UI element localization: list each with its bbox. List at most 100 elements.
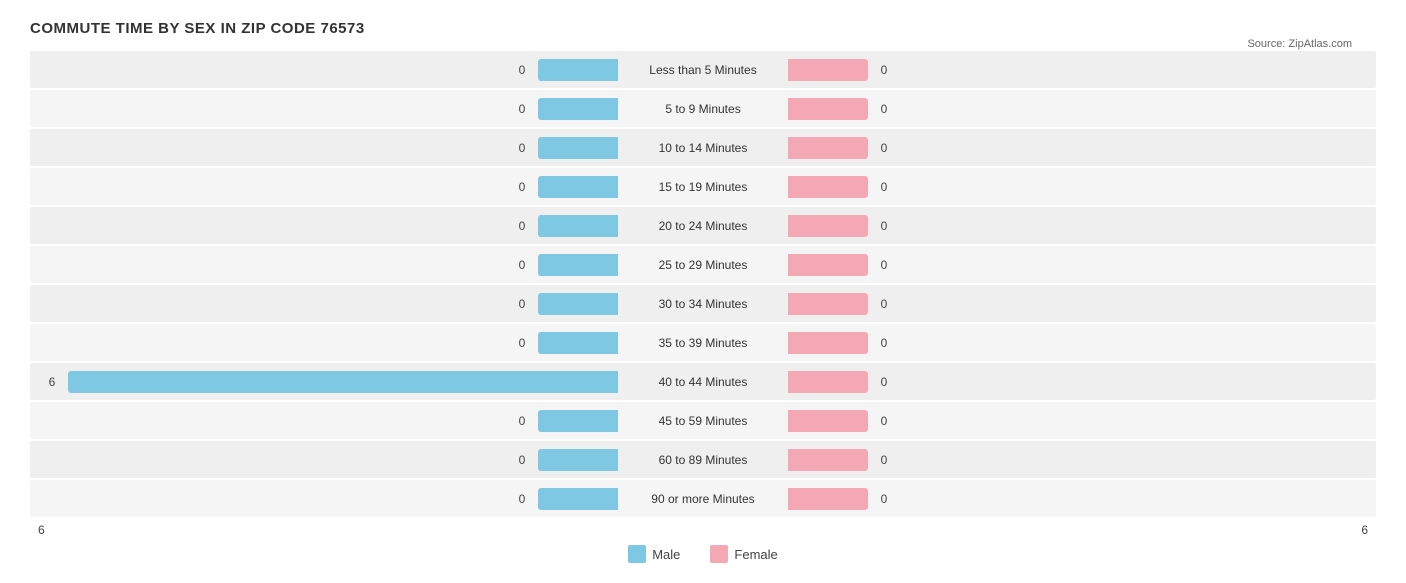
male-value: 0 [512, 336, 532, 350]
left-bar-section: 0 [38, 176, 618, 198]
male-bar [538, 293, 618, 315]
male-value: 0 [512, 102, 532, 116]
bar-row: 0 30 to 34 Minutes 0 [30, 285, 1376, 322]
row-label: Less than 5 Minutes [618, 63, 788, 77]
axis-left: 6 [38, 523, 45, 537]
male-bar [538, 59, 618, 81]
bar-row: 0 15 to 19 Minutes 0 [30, 168, 1376, 205]
left-bar-section: 0 [38, 215, 618, 237]
male-bar [538, 137, 618, 159]
female-bar [788, 449, 868, 471]
female-value: 0 [874, 219, 894, 233]
male-bar [538, 215, 618, 237]
male-value: 0 [512, 63, 532, 77]
source-label: Source: ZipAtlas.com [1247, 38, 1352, 50]
female-bar [788, 332, 868, 354]
right-bar-section: 0 [788, 215, 1368, 237]
left-bar-section: 0 [38, 488, 618, 510]
female-label: Female [734, 547, 777, 562]
female-value: 0 [874, 102, 894, 116]
bar-row: 0 5 to 9 Minutes 0 [30, 90, 1376, 127]
bar-row: 0 25 to 29 Minutes 0 [30, 246, 1376, 283]
row-label: 60 to 89 Minutes [618, 453, 788, 467]
male-bar [538, 176, 618, 198]
left-bar-section: 0 [38, 449, 618, 471]
bar-row: 0 60 to 89 Minutes 0 [30, 441, 1376, 478]
bar-row: 0 35 to 39 Minutes 0 [30, 324, 1376, 361]
male-bar [538, 410, 618, 432]
legend-female: Female [710, 545, 777, 563]
female-value: 0 [874, 492, 894, 506]
male-bar [538, 488, 618, 510]
male-value: 0 [512, 141, 532, 155]
male-value: 0 [512, 180, 532, 194]
male-value: 0 [512, 453, 532, 467]
right-bar-section: 0 [788, 176, 1368, 198]
left-bar-section: 0 [38, 254, 618, 276]
female-bar [788, 410, 868, 432]
bar-row: 0 45 to 59 Minutes 0 [30, 402, 1376, 439]
male-value: 0 [512, 258, 532, 272]
female-value: 0 [874, 375, 894, 389]
row-label: 30 to 34 Minutes [618, 297, 788, 311]
female-value: 0 [874, 297, 894, 311]
right-bar-section: 0 [788, 371, 1368, 393]
left-bar-section: 0 [38, 410, 618, 432]
male-bar [538, 332, 618, 354]
left-bar-section: 0 [38, 293, 618, 315]
right-bar-section: 0 [788, 98, 1368, 120]
male-value: 0 [512, 297, 532, 311]
female-value: 0 [874, 453, 894, 467]
male-bar [538, 254, 618, 276]
male-value: 0 [512, 219, 532, 233]
bar-row: 0 90 or more Minutes 0 [30, 480, 1376, 517]
row-label: 20 to 24 Minutes [618, 219, 788, 233]
right-bar-section: 0 [788, 59, 1368, 81]
male-label: Male [652, 547, 680, 562]
female-bar [788, 488, 868, 510]
row-label: 45 to 59 Minutes [618, 414, 788, 428]
axis-right: 6 [1361, 523, 1368, 537]
chart-title: COMMUTE TIME BY SEX IN ZIP CODE 76573 [30, 20, 1376, 37]
male-value: 0 [512, 414, 532, 428]
female-bar [788, 98, 868, 120]
bar-row: 0 10 to 14 Minutes 0 [30, 129, 1376, 166]
left-bar-section: 0 [38, 332, 618, 354]
row-label: 5 to 9 Minutes [618, 102, 788, 116]
row-label: 90 or more Minutes [618, 492, 788, 506]
male-bar [538, 98, 618, 120]
right-bar-section: 0 [788, 488, 1368, 510]
left-bar-section: 6 [38, 371, 618, 393]
legend: Male Female [30, 545, 1376, 563]
bar-row: 6 40 to 44 Minutes 0 [30, 363, 1376, 400]
row-label: 25 to 29 Minutes [618, 258, 788, 272]
female-value: 0 [874, 63, 894, 77]
male-bar [538, 449, 618, 471]
left-bar-section: 0 [38, 98, 618, 120]
chart-container: 0 Less than 5 Minutes 0 0 5 to 9 Minutes… [30, 51, 1376, 563]
axis-row: 6 6 [30, 523, 1376, 537]
row-label: 10 to 14 Minutes [618, 141, 788, 155]
female-bar [788, 137, 868, 159]
female-bar [788, 293, 868, 315]
male-value: 6 [42, 375, 62, 389]
female-value: 0 [874, 258, 894, 272]
bar-row: 0 Less than 5 Minutes 0 [30, 51, 1376, 88]
right-bar-section: 0 [788, 137, 1368, 159]
female-bar [788, 59, 868, 81]
legend-male: Male [628, 545, 680, 563]
right-bar-section: 0 [788, 293, 1368, 315]
female-bar [788, 254, 868, 276]
row-label: 35 to 39 Minutes [618, 336, 788, 350]
row-label: 40 to 44 Minutes [618, 375, 788, 389]
female-value: 0 [874, 336, 894, 350]
right-bar-section: 0 [788, 332, 1368, 354]
right-bar-section: 0 [788, 410, 1368, 432]
left-bar-section: 0 [38, 59, 618, 81]
female-color-swatch [710, 545, 728, 563]
female-bar [788, 176, 868, 198]
right-bar-section: 0 [788, 449, 1368, 471]
male-value: 0 [512, 492, 532, 506]
bar-row: 0 20 to 24 Minutes 0 [30, 207, 1376, 244]
female-value: 0 [874, 180, 894, 194]
